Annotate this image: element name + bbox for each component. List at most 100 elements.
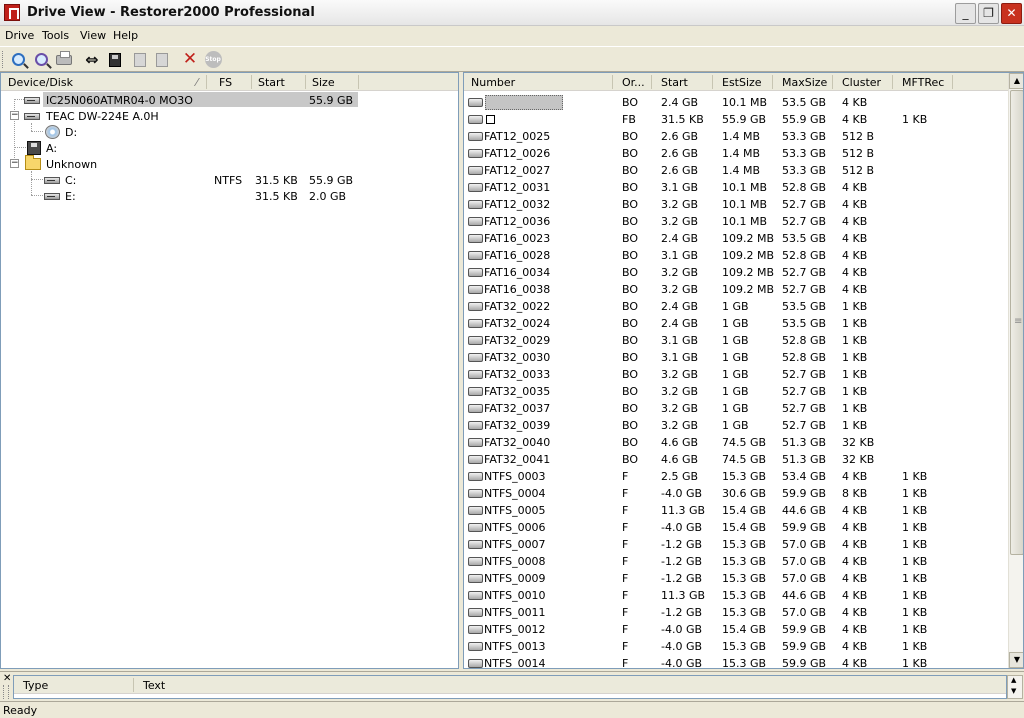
list-row[interactable]: FAT12_0025 BO 2.6 GB 1.4 MB 53.3 GB 512 B: [464, 128, 1009, 145]
header-type[interactable]: Type: [23, 679, 48, 692]
scroll-up-button[interactable]: ▲: [1009, 73, 1023, 89]
list-row[interactable]: FAT32_0030 BO 3.1 GB 1 GB 52.8 GB 1 KB: [464, 349, 1009, 366]
scroll-down-button[interactable]: ▼: [1009, 652, 1023, 668]
list-row[interactable]: FAT12_0032 BO 3.2 GB 10.1 MB 52.7 GB 4 KB: [464, 196, 1009, 213]
tree-row-c[interactable]: C: NTFS 31.5 KB 55.9 GB: [1, 172, 459, 188]
column-separator[interactable]: [952, 75, 953, 89]
header-size[interactable]: Size: [312, 76, 335, 89]
header-device-disk[interactable]: Device/Disk: [8, 76, 73, 89]
list-row[interactable]: NTFS_0003 F 2.5 GB 15.3 GB 53.4 GB 4 KB 1 KB: [464, 468, 1009, 485]
find-files-button[interactable]: [31, 50, 51, 69]
log-list[interactable]: Type Text: [13, 675, 1007, 699]
list-row[interactable]: BO 2.4 GB 10.1 MB 53.5 GB 4 KB: [464, 94, 1009, 111]
header-fs[interactable]: FS: [219, 76, 232, 89]
list-row[interactable]: FAT16_0034 BO 3.2 GB 109.2 MB 52.7 GB 4 KB: [464, 264, 1009, 281]
maximize-button[interactable]: ❐: [978, 3, 999, 24]
find-partitions-button[interactable]: [8, 50, 28, 69]
header-or[interactable]: Or...: [622, 76, 645, 89]
list-row[interactable]: FAT32_0022 BO 2.4 GB 1 GB 53.5 GB 1 KB: [464, 298, 1009, 315]
log-scroll-up[interactable]: ▲: [1011, 676, 1016, 684]
list-row[interactable]: FAT32_0035 BO 3.2 GB 1 GB 52.7 GB 1 KB: [464, 383, 1009, 400]
minimize-button[interactable]: _: [955, 3, 976, 24]
column-separator[interactable]: [251, 75, 252, 89]
list-row[interactable]: FAT12_0026 BO 2.6 GB 1.4 MB 53.3 GB 512 B: [464, 145, 1009, 162]
tree-row-d[interactable]: D:: [1, 124, 459, 140]
partition-start: 4.6 GB: [661, 436, 699, 449]
header-number[interactable]: Number: [471, 76, 515, 89]
list-row[interactable]: NTFS_0007 F -1.2 GB 15.3 GB 57.0 GB 4 KB 1 KB: [464, 536, 1009, 553]
tree-row-a[interactable]: A:: [1, 140, 459, 156]
log-scrollbar[interactable]: ▲ ▼: [1007, 675, 1023, 699]
menu-help[interactable]: Help: [113, 29, 138, 42]
copy-button[interactable]: [130, 50, 150, 69]
menu-drive[interactable]: Drive: [5, 29, 34, 42]
log-scroll-down[interactable]: ▼: [1011, 687, 1016, 695]
tree-row-optical[interactable]: − TEAC DW-224E A.0H: [1, 108, 459, 124]
column-separator[interactable]: [651, 75, 652, 89]
open-disk-button[interactable]: [105, 50, 125, 69]
collapse-toggle[interactable]: −: [10, 159, 19, 168]
print-button[interactable]: [54, 50, 74, 69]
list-row[interactable]: FAT32_0040 BO 4.6 GB 74.5 GB 51.3 GB 32 KB: [464, 434, 1009, 451]
list-row[interactable]: FAT12_0036 BO 3.2 GB 10.1 MB 52.7 GB 4 KB: [464, 213, 1009, 230]
header-maxsize[interactable]: MaxSize: [782, 76, 827, 89]
column-separator[interactable]: [772, 75, 773, 89]
column-separator[interactable]: [892, 75, 893, 89]
list-row[interactable]: NTFS_0008 F -1.2 GB 15.3 GB 57.0 GB 4 KB 1 KB: [464, 553, 1009, 570]
list-row[interactable]: FAT16_0023 BO 2.4 GB 109.2 MB 53.5 GB 4 KB: [464, 230, 1009, 247]
list-row[interactable]: FAT32_0039 BO 3.2 GB 1 GB 52.7 GB 1 KB: [464, 417, 1009, 434]
header-text[interactable]: Text: [143, 679, 165, 692]
toolbar-grip[interactable]: [2, 51, 5, 68]
delete-button[interactable]: ✕: [180, 50, 200, 69]
collapse-toggle[interactable]: −: [10, 111, 19, 120]
header-start[interactable]: Start: [258, 76, 285, 89]
list-row[interactable]: FAT12_0031 BO 3.1 GB 10.1 MB 52.8 GB 4 KB: [464, 179, 1009, 196]
column-separator[interactable]: [832, 75, 833, 89]
column-separator[interactable]: [133, 678, 134, 692]
paste-button[interactable]: [152, 50, 172, 69]
menu-tools[interactable]: Tools: [42, 29, 69, 42]
list-row[interactable]: NTFS_0013 F -4.0 GB 15.3 GB 59.9 GB 4 KB 1 KB: [464, 638, 1009, 655]
close-button[interactable]: ✕: [1001, 3, 1022, 24]
list-row[interactable]: NTFS_0006 F -4.0 GB 15.4 GB 59.9 GB 4 KB 1 KB: [464, 519, 1009, 536]
header-cluster[interactable]: Cluster: [842, 76, 881, 89]
menu-view[interactable]: View: [80, 29, 106, 42]
list-row[interactable]: NTFS_0014 F -4.0 GB 15.3 GB 59.9 GB 4 KB 1 KB: [464, 655, 1009, 668]
close-panel-icon[interactable]: ✕: [3, 673, 11, 684]
tree-row-e[interactable]: E: 31.5 KB 2.0 GB: [1, 188, 459, 204]
list-row[interactable]: NTFS_0011 F -1.2 GB 15.3 GB 57.0 GB 4 KB 1 KB: [464, 604, 1009, 621]
tree-row-disk[interactable]: IC25N060ATMR04-0 MO3O 55.9 GB: [1, 92, 459, 108]
list-scrollbar[interactable]: ▲ ▼: [1008, 73, 1023, 668]
list-row[interactable]: FB 31.5 KB 55.9 GB 55.9 GB 4 KB 1 KB: [464, 111, 1009, 128]
stop-button[interactable]: Stop: [203, 50, 223, 69]
scroll-thumb[interactable]: [1010, 90, 1023, 555]
column-separator[interactable]: [206, 75, 207, 89]
list-row[interactable]: FAT32_0037 BO 3.2 GB 1 GB 52.7 GB 1 KB: [464, 400, 1009, 417]
list-row[interactable]: FAT12_0027 BO 2.6 GB 1.4 MB 53.3 GB 512 B: [464, 162, 1009, 179]
header-mftrec[interactable]: MFTRec: [902, 76, 944, 89]
list-row[interactable]: FAT32_0029 BO 3.1 GB 1 GB 52.8 GB 1 KB: [464, 332, 1009, 349]
list-row[interactable]: NTFS_0009 F -1.2 GB 15.3 GB 57.0 GB 4 KB 1 KB: [464, 570, 1009, 587]
app-icon[interactable]: [4, 4, 20, 21]
selected-name-box[interactable]: [485, 95, 563, 110]
list-row[interactable]: FAT16_0038 BO 3.2 GB 109.2 MB 52.7 GB 4 KB: [464, 281, 1009, 298]
list-row[interactable]: FAT32_0024 BO 2.4 GB 1 GB 53.5 GB 1 KB: [464, 315, 1009, 332]
header-start[interactable]: Start: [661, 76, 688, 89]
list-row[interactable]: NTFS_0004 F -4.0 GB 30.6 GB 59.9 GB 8 KB 1 KB: [464, 485, 1009, 502]
tree-row-unknown[interactable]: − Unknown: [1, 155, 459, 172]
list-row[interactable]: NTFS_0010 F 11.3 GB 15.3 GB 44.6 GB 4 KB 1 KB: [464, 587, 1009, 604]
device-tree-pane[interactable]: Device/Disk ⁄ FS Start Size IC25N060ATMR…: [0, 72, 459, 669]
list-row[interactable]: FAT32_0041 BO 4.6 GB 74.5 GB 51.3 GB 32 KB: [464, 451, 1009, 468]
list-row[interactable]: NTFS_0005 F 11.3 GB 15.4 GB 44.6 GB 4 KB 1 KB: [464, 502, 1009, 519]
column-separator[interactable]: [358, 75, 359, 89]
list-row[interactable]: FAT16_0028 BO 3.1 GB 109.2 MB 52.8 GB 4 KB: [464, 247, 1009, 264]
list-row[interactable]: NTFS_0012 F -4.0 GB 15.4 GB 59.9 GB 4 KB 1 KB: [464, 621, 1009, 638]
partition-list-pane[interactable]: Number Or... Start EstSize MaxSize Clust…: [463, 72, 1024, 669]
swap-button[interactable]: ⇔: [82, 50, 102, 69]
panel-grip[interactable]: [3, 685, 9, 699]
header-estsize[interactable]: EstSize: [722, 76, 762, 89]
list-row[interactable]: FAT32_0033 BO 3.2 GB 1 GB 52.7 GB 1 KB: [464, 366, 1009, 383]
column-separator[interactable]: [712, 75, 713, 89]
column-separator[interactable]: [305, 75, 306, 89]
column-separator[interactable]: [612, 75, 613, 89]
